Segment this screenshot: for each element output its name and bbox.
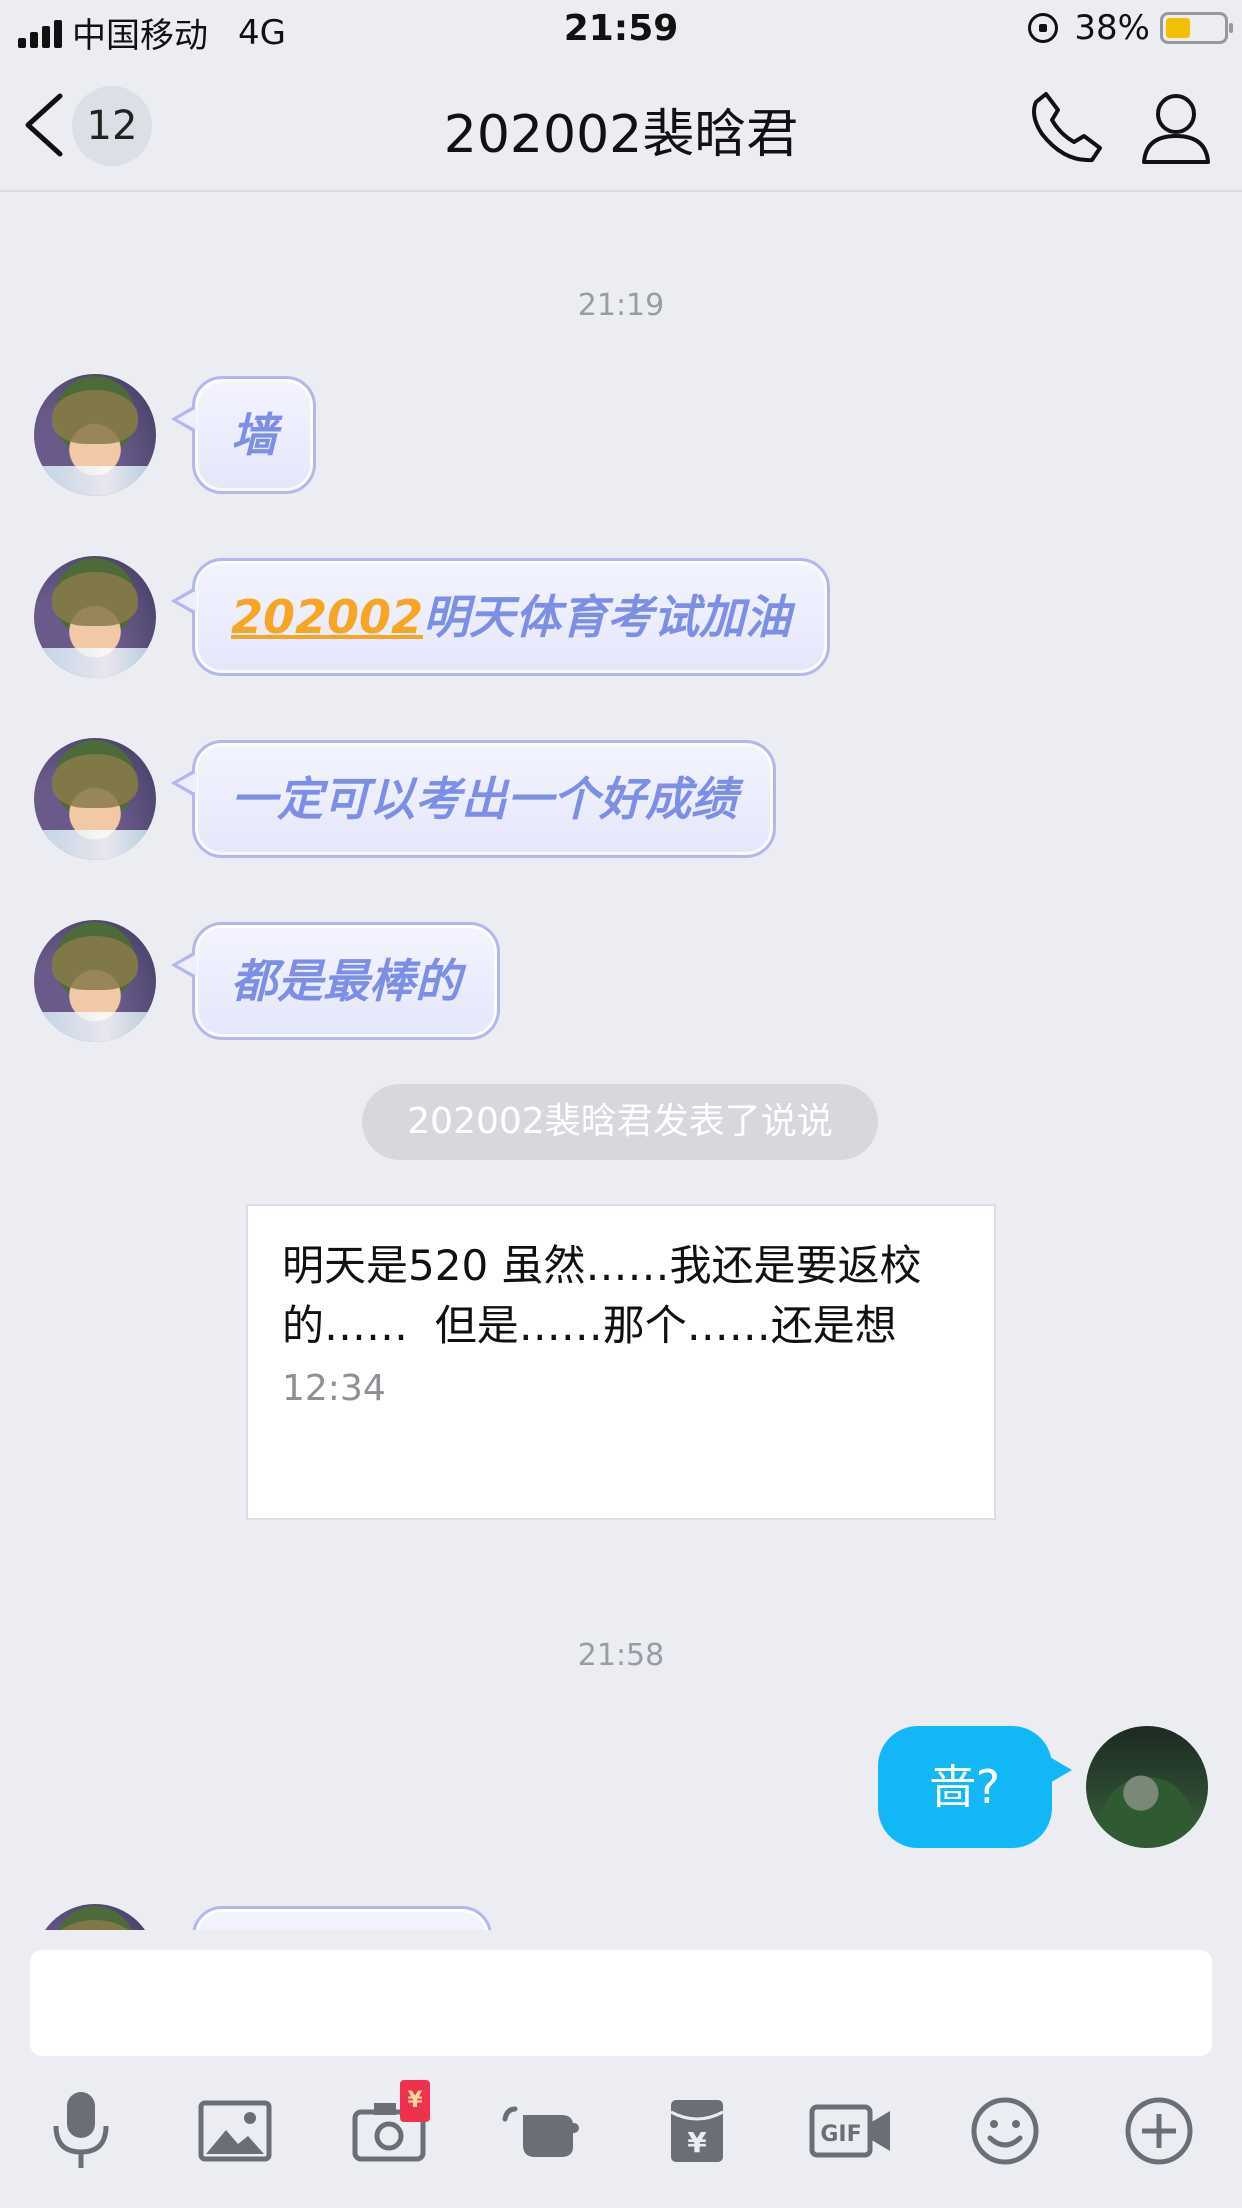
battery-percent: 38% <box>1074 8 1150 48</box>
mention-link[interactable]: 202002 <box>231 590 423 644</box>
outgoing-bubble[interactable]: 啬? <box>878 1726 1072 1848</box>
incoming-bubble-partial[interactable] <box>192 1906 492 1930</box>
status-bar: 中国移动 4G 21:59 38% <box>0 0 1242 62</box>
incoming-bubble[interactable]: 一定可以考出一个好成绩 <box>171 740 776 858</box>
svg-text:¥: ¥ <box>687 2126 707 2159</box>
microphone-icon[interactable] <box>36 2086 126 2176</box>
plus-icon[interactable] <box>1114 2086 1204 2176</box>
gif-label: GIF <box>820 2122 861 2147</box>
camera-icon[interactable]: ¥ <box>344 2080 434 2176</box>
sender-avatar[interactable] <box>34 1904 156 1930</box>
message-list[interactable]: 21:19 墙 202002明天体育考试加油 一定可以考出一个好成绩 都是最棒的… <box>0 192 1242 1930</box>
incoming-bubble[interactable]: 202002明天体育考试加油 <box>170 558 831 676</box>
profile-icon[interactable] <box>1136 88 1216 168</box>
incoming-bubble[interactable]: 都是最棒的 <box>171 922 500 1040</box>
poke-icon[interactable] <box>498 2086 588 2176</box>
sender-avatar[interactable] <box>34 374 156 496</box>
message-text: 都是最棒的 <box>231 954 461 1008</box>
rotation-lock-icon <box>1028 13 1059 43</box>
sender-avatar[interactable] <box>34 920 156 1042</box>
post-time: 12:34 <box>282 1368 386 1409</box>
nav-bar: 12 202002裴晗君 <box>0 62 1242 192</box>
gif-icon[interactable]: GIF <box>806 2086 896 2176</box>
message-text: 啬? <box>929 1760 1001 1814</box>
phone-icon[interactable] <box>1028 88 1106 166</box>
shuoshuo-post-card[interactable]: 明天是520 虽然……我还是要返校的…… 但是……那个……还是想 12:34 <box>246 1204 996 1520</box>
status-right: 38% <box>1028 8 1233 48</box>
incoming-bubble[interactable]: 墙 <box>171 376 316 494</box>
message-text: 一定可以考出一个好成绩 <box>231 772 737 826</box>
message-text: 墙 <box>231 408 277 462</box>
sender-avatar[interactable] <box>34 556 156 678</box>
message-text: 明天体育考试加油 <box>423 590 792 644</box>
self-avatar[interactable] <box>1086 1726 1208 1848</box>
red-packet-icon[interactable]: ¥ <box>652 2086 742 2176</box>
timestamp: 21:19 <box>577 288 665 323</box>
input-toolbar: ¥ ¥ GIF <box>0 2080 1242 2186</box>
message-input[interactable] <box>30 1950 1212 2056</box>
timestamp: 21:58 <box>577 1638 665 1673</box>
sender-avatar[interactable] <box>34 738 156 860</box>
image-icon[interactable] <box>190 2086 280 2176</box>
emoji-icon[interactable] <box>960 2086 1050 2176</box>
red-packet-badge: ¥ <box>400 2080 430 2122</box>
battery-icon <box>1160 12 1233 44</box>
post-text: 明天是520 虽然……我还是要返校的…… 但是……那个……还是想 <box>282 1241 922 1350</box>
system-notice[interactable]: 202002裴晗君发表了说说 <box>362 1084 878 1160</box>
